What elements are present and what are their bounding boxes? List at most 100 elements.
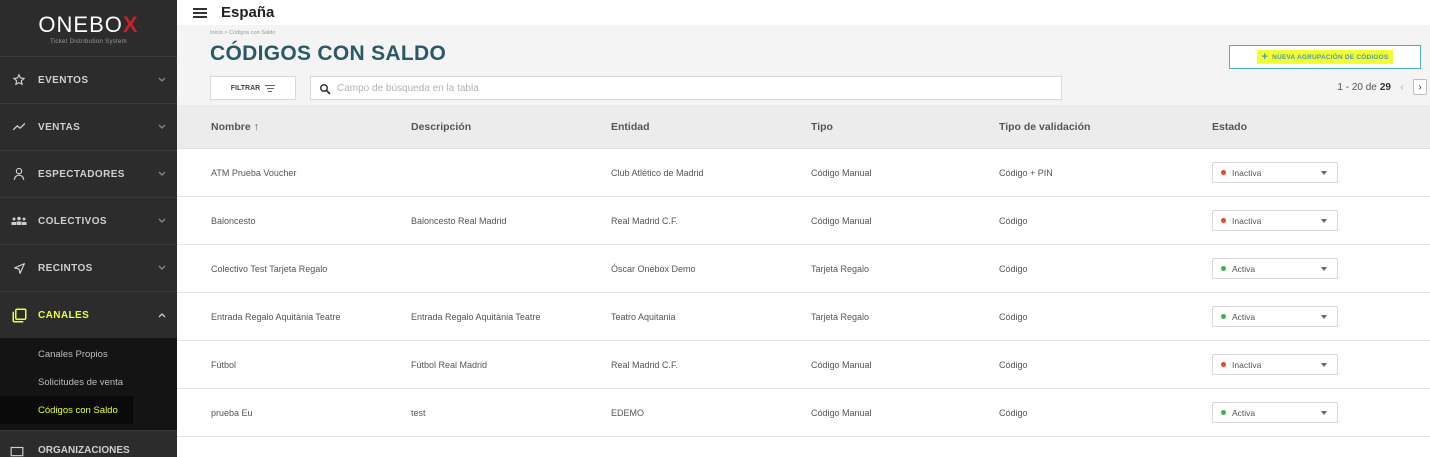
search-input[interactable] [337,82,1061,94]
filter-button[interactable]: FILTRAR [210,76,296,100]
cell-nombre: prueba Eu [211,407,253,418]
sidebar-item-label: ORGANIZACIONES [38,445,130,456]
cell-nombre: Fútbol [211,359,237,370]
sidebar-item-label: ESPECTADORES [38,168,125,180]
person-icon [10,166,28,182]
cell-entidad: Teatro Aquitania [611,311,676,322]
status-dot-active [1221,266,1226,271]
sidebar-item-label: VENTAS [38,121,81,133]
table-row[interactable]: Fútbol Fútbol Real Madrid Real Madrid C.… [177,341,1430,389]
table-row-partial [177,437,1430,457]
sidebar-item-organizaciones[interactable]: ORGANIZACIONES [0,430,177,457]
sidebar-item-recintos[interactable]: RECINTOS [0,244,177,291]
cell-descripcion: Entrada Regalo Aquitània Teatre [411,311,541,322]
sidebar-item-canales[interactable]: CANALES [0,291,177,338]
cell-tipo-validacion: Código [999,311,1028,322]
organization-icon [10,445,28,457]
table-header: Nombre ↑ Descripción Entidad Tipo Tipo d… [177,105,1430,149]
new-code-group-button[interactable]: + NUEVA AGRUPACIÓN DE CÓDIGOS [1229,45,1421,69]
status-select[interactable]: Inactiva [1212,354,1338,375]
group-icon [10,213,28,229]
sidebar-item-colectivos[interactable]: COLECTIVOS [0,197,177,244]
breadcrumb[interactable]: Inicio > Códigos con Saldo [210,30,275,36]
table-row[interactable]: ATM Prueba Voucher Club Atlético de Madr… [177,149,1430,197]
sidebar-item-label: CANALES [38,309,90,321]
cell-nombre: Colectivo Test Tarjeta Regalo [211,263,328,274]
sidebar-item-eventos[interactable]: EVENTOS [0,56,177,103]
status-select[interactable]: Activa [1212,402,1338,423]
pagination-range: 1 - 20 de [1337,81,1377,93]
trend-icon [10,119,28,135]
caret-down-icon [1321,266,1327,271]
caret-down-icon [1321,410,1327,415]
pagination-total: 29 [1379,81,1391,93]
new-code-group-label: NUEVA AGRUPACIÓN DE CÓDIGOS [1272,53,1389,61]
logo-text: ONEBOX [38,11,139,37]
status-select[interactable]: Inactiva [1212,162,1338,183]
column-header-nombre[interactable]: Nombre ↑ [211,121,259,133]
column-header-descripcion[interactable]: Descripción [411,121,471,133]
column-header-entidad[interactable]: Entidad [611,121,650,133]
status-select[interactable]: Activa [1212,258,1338,279]
sidebar-submenu-canales: Canales Propios Solicitudes de venta Cód… [0,338,177,430]
column-header-tipo[interactable]: Tipo [811,121,833,133]
table-row[interactable]: prueba Eu test EDEMO Código Manual Códig… [177,389,1430,437]
sidebar-item-espectadores[interactable]: ESPECTADORES [0,150,177,197]
chevron-down-icon [157,169,167,179]
next-page-button[interactable]: › [1413,79,1427,95]
cell-nombre: ATM Prueba Voucher [211,167,297,178]
cell-entidad: Real Madrid C.F. [611,215,679,226]
filter-icon [265,84,276,92]
status-label: Activa [1232,407,1256,418]
cell-tipo: Código Manual [811,407,872,418]
column-header-tipo-validacion[interactable]: Tipo de validación [999,121,1090,133]
cell-tipo-validacion: Código [999,407,1028,418]
cell-nombre: Baloncesto [211,215,256,226]
status-dot-active [1221,410,1226,415]
context-title[interactable]: España [221,4,274,21]
status-label: Activa [1232,263,1256,274]
status-select[interactable]: Activa [1212,306,1338,327]
status-dot-inactive [1221,170,1226,175]
sidebar-subitem-codigos-con-saldo[interactable]: Códigos con Saldo [0,396,133,424]
cell-entidad: Real Madrid C.F. [611,359,679,370]
brand-logo[interactable]: ONEBOX Ticket Distribution System [0,0,177,56]
sidebar-item-ventas[interactable]: VENTAS [0,103,177,150]
caret-down-icon [1321,362,1327,367]
prev-page-button[interactable]: ‹ [1395,79,1409,95]
sidebar-item-label: RECINTOS [38,262,93,274]
sidebar-subitem-canales-propios[interactable]: Canales Propios [0,340,177,368]
cell-entidad: Club Atlético de Madrid [611,167,704,178]
cell-entidad: EDEMO [611,407,645,418]
channels-icon [10,307,28,323]
page-title: CÓDIGOS CON SALDO [210,42,447,65]
caret-down-icon [1321,314,1327,319]
chevron-up-icon [157,310,167,320]
menu-icon[interactable] [193,7,207,18]
table-row[interactable]: Baloncesto Baloncesto Real Madrid Real M… [177,197,1430,245]
column-header-estado[interactable]: Estado [1212,121,1247,133]
search-field[interactable] [310,76,1062,100]
cell-tipo: Tarjeta Regalo [811,263,870,274]
sidebar: ONEBOX Ticket Distribution System EVENTO… [0,0,177,457]
caret-down-icon [1321,218,1327,223]
cell-tipo-validacion: Código + PIN [999,167,1053,178]
cell-tipo: Tarjeta Regalo [811,311,870,322]
status-select[interactable]: Inactiva [1212,210,1338,231]
chevron-down-icon [157,75,167,85]
cell-tipo: Código Manual [811,359,872,370]
star-icon [10,72,28,88]
top-bar: España [177,0,1430,25]
caret-down-icon [1321,170,1327,175]
table-row[interactable]: Colectivo Test Tarjeta Regalo Óscar Oneb… [177,245,1430,293]
cell-descripcion: Fútbol Real Madrid [411,359,488,370]
chevron-down-icon [157,263,167,273]
cell-tipo-validacion: Código [999,263,1028,274]
status-label: Inactiva [1232,167,1262,178]
status-label: Inactiva [1232,215,1262,226]
codes-table: Nombre ↑ Descripción Entidad Tipo Tipo d… [177,105,1430,457]
chevron-down-icon [157,216,167,226]
table-row[interactable]: Entrada Regalo Aquitània Teatre Entrada … [177,293,1430,341]
pagination: 1 - 20 de 29 ‹ › [1337,79,1427,95]
sidebar-subitem-solicitudes-de-venta[interactable]: Solicitudes de venta [0,368,177,396]
